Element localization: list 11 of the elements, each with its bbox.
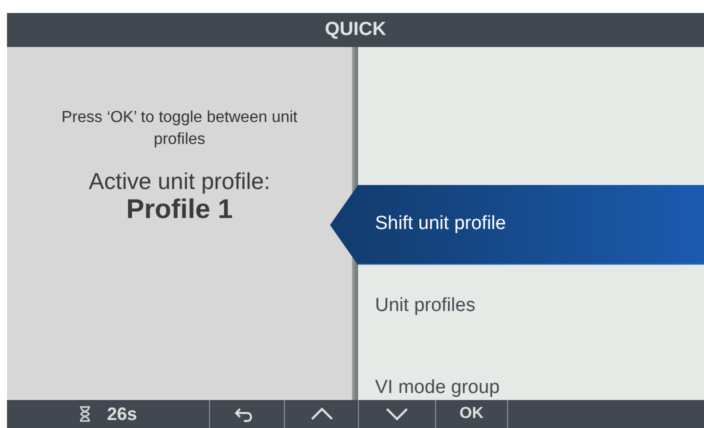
pointer-icon <box>330 185 358 265</box>
ok-button[interactable]: OK <box>436 400 508 428</box>
down-chevron-icon <box>385 405 409 423</box>
active-profile-value: Profile 1 <box>126 194 233 224</box>
timer-text: 26s <box>106 402 138 426</box>
instruction-text: Press ‘OK’ to toggle between unit profiles <box>60 108 298 150</box>
screen-title: QUICK <box>324 18 386 42</box>
menu-item[interactable]: VI mode group <box>358 347 704 400</box>
active-profile-label: Active unit profile: <box>88 168 270 194</box>
menu-item[interactable]: Unit profiles <box>358 265 704 347</box>
hourglass-icon <box>78 406 91 422</box>
